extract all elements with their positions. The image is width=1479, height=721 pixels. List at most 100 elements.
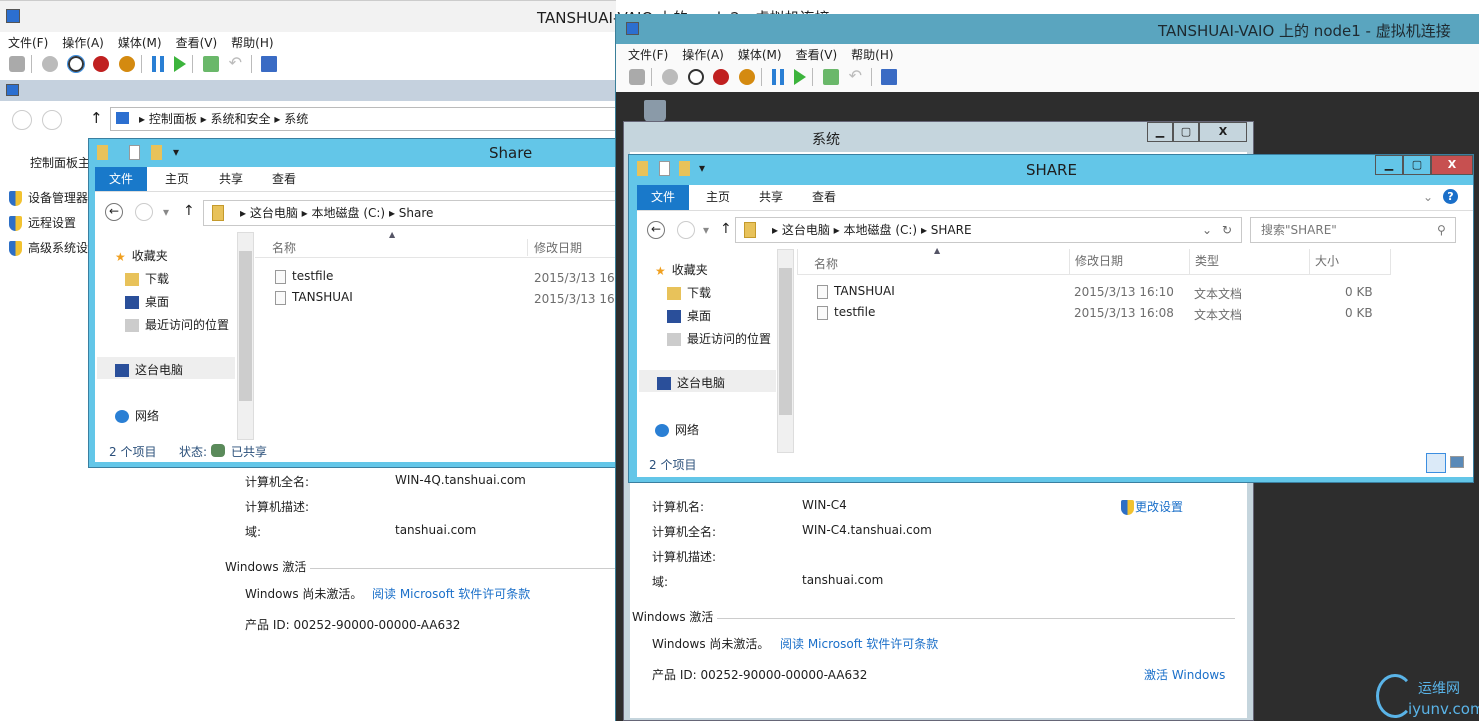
tab-file[interactable]: 文件: [637, 185, 690, 210]
forward-icon[interactable]: [677, 221, 695, 239]
tab-view[interactable]: 查看: [798, 185, 850, 209]
col-name[interactable]: 名称: [272, 239, 296, 256]
change-settings-link[interactable]: 更改设置: [1121, 498, 1183, 515]
refresh-icon[interactable]: ↻: [1222, 218, 1232, 242]
back-icon[interactable]: ←: [647, 221, 665, 239]
save-icon[interactable]: [739, 69, 756, 85]
crumb[interactable]: 系统: [284, 112, 308, 126]
col-date[interactable]: 修改日期: [527, 239, 582, 256]
crumb[interactable]: 本地磁盘 (C:): [312, 206, 386, 220]
recent-dropdown-icon[interactable]: ▾: [163, 205, 169, 219]
crumb[interactable]: SHARE: [931, 223, 972, 237]
crumb[interactable]: 控制面板: [149, 112, 197, 126]
nav-this-pc[interactable]: 这台电脑: [97, 357, 235, 379]
address-bar[interactable]: ▸ 这台电脑 ▸ 本地磁盘 (C:) ▸ SHARE ⌄ ↻: [735, 217, 1242, 243]
properties-icon[interactable]: [129, 145, 140, 160]
quick-access-dropdown-icon[interactable]: ▾: [173, 145, 179, 159]
shutdown-icon[interactable]: [713, 69, 730, 85]
ctrl-alt-del-icon[interactable]: [629, 69, 645, 85]
up-icon[interactable]: ↑: [90, 109, 103, 127]
sidebar-item-device-manager[interactable]: 设备管理器: [9, 189, 88, 206]
nav-network[interactable]: 网络: [655, 421, 699, 438]
nav-desktop[interactable]: 桌面: [667, 307, 711, 324]
activate-windows-link[interactable]: 激活 Windows: [1144, 666, 1225, 683]
nav-scrollbar[interactable]: [237, 232, 254, 440]
nav-downloads[interactable]: 下载: [125, 270, 169, 287]
col-date[interactable]: 修改日期: [1069, 249, 1189, 274]
recycle-bin-icon[interactable]: [644, 100, 666, 122]
address-dropdown-icon[interactable]: ⌄: [1202, 218, 1212, 242]
shutdown-icon[interactable]: [93, 56, 110, 72]
turn-off-icon[interactable]: [687, 69, 704, 85]
new-folder-icon[interactable]: [679, 161, 690, 176]
address-bar[interactable]: ▸ 这台电脑 ▸ 本地磁盘 (C:) ▸ Share: [203, 200, 629, 226]
menu-help[interactable]: 帮助(H): [851, 48, 893, 62]
nav-this-pc[interactable]: 这台电脑: [639, 370, 776, 392]
menu-view[interactable]: 查看(V): [176, 36, 218, 50]
maximize-button[interactable]: ▢: [1173, 122, 1199, 142]
nav-favorites[interactable]: ★ 收藏夹: [115, 247, 168, 264]
turn-off-icon[interactable]: [66, 55, 85, 73]
close-button[interactable]: X: [1199, 122, 1247, 142]
help-icon[interactable]: ?: [1443, 189, 1458, 204]
enhanced-session-icon[interactable]: [881, 69, 898, 85]
new-folder-icon[interactable]: [151, 145, 162, 160]
quick-access-dropdown-icon[interactable]: ▾: [699, 161, 705, 175]
back-icon[interactable]: [12, 110, 32, 130]
forward-icon[interactable]: [135, 203, 153, 221]
tab-home[interactable]: 主页: [151, 167, 203, 191]
address-bar[interactable]: ▸ 控制面板 ▸ 系统和安全 ▸ 系统: [110, 107, 616, 131]
revert-icon[interactable]: ↶: [229, 55, 245, 72]
file-row[interactable]: testfile: [817, 305, 875, 320]
nav-scrollbar[interactable]: [777, 249, 794, 453]
checkpoint-icon[interactable]: [202, 56, 219, 72]
recent-dropdown-icon[interactable]: ▾: [703, 223, 709, 237]
crumb[interactable]: Share: [399, 206, 434, 220]
license-link[interactable]: 阅读 Microsoft 软件许可条款: [372, 585, 530, 602]
menu-media[interactable]: 媒体(M): [738, 48, 782, 62]
tab-share[interactable]: 共享: [745, 185, 797, 209]
start-icon[interactable]: [661, 69, 678, 85]
revert-icon[interactable]: ↶: [849, 68, 865, 85]
file-row[interactable]: TANSHUAI: [817, 284, 895, 299]
large-icons-view-button[interactable]: [1450, 456, 1464, 468]
ctrl-alt-del-icon[interactable]: [9, 56, 25, 72]
menu-help[interactable]: 帮助(H): [231, 36, 273, 50]
tab-view[interactable]: 查看: [258, 167, 310, 191]
search-input[interactable]: 搜索"SHARE" ⚲: [1250, 217, 1456, 243]
properties-icon[interactable]: [659, 161, 670, 176]
file-row[interactable]: testfile: [275, 269, 333, 284]
menu-file[interactable]: 文件(F): [628, 48, 668, 62]
nav-downloads[interactable]: 下载: [667, 284, 711, 301]
nav-desktop[interactable]: 桌面: [125, 293, 169, 310]
crumb[interactable]: 这台电脑: [250, 206, 298, 220]
resume-icon[interactable]: [173, 56, 186, 72]
pause-icon[interactable]: [152, 56, 165, 72]
col-name[interactable]: 名称: [814, 255, 838, 272]
nav-network[interactable]: 网络: [115, 407, 159, 424]
col-size[interactable]: 大小: [1309, 249, 1339, 274]
enhanced-session-icon[interactable]: [261, 56, 278, 72]
menu-file[interactable]: 文件(F): [8, 36, 48, 50]
nav-recent[interactable]: 最近访问的位置: [667, 330, 771, 347]
crumb[interactable]: 系统和安全: [211, 112, 271, 126]
menu-action[interactable]: 操作(A): [62, 36, 104, 50]
sidebar-item-advanced[interactable]: 高级系统设置: [9, 239, 100, 256]
tab-share[interactable]: 共享: [205, 167, 257, 191]
menu-action[interactable]: 操作(A): [682, 48, 724, 62]
start-icon[interactable]: [41, 56, 58, 72]
sidebar-item-remote[interactable]: 远程设置: [9, 214, 76, 231]
crumb[interactable]: 本地磁盘 (C:): [844, 223, 918, 237]
maximize-button[interactable]: ▢: [1403, 155, 1431, 175]
close-button[interactable]: X: [1431, 155, 1473, 175]
license-link[interactable]: 阅读 Microsoft 软件许可条款: [780, 635, 938, 652]
search-icon[interactable]: ⚲: [1437, 218, 1446, 242]
checkpoint-icon[interactable]: [822, 69, 839, 85]
up-icon[interactable]: ↑: [720, 221, 732, 237]
forward-icon[interactable]: [42, 110, 62, 130]
crumb[interactable]: 这台电脑: [782, 223, 830, 237]
tab-home[interactable]: 主页: [692, 185, 744, 209]
menu-media[interactable]: 媒体(M): [118, 36, 162, 50]
up-icon[interactable]: ↑: [183, 203, 195, 219]
menu-view[interactable]: 查看(V): [796, 48, 838, 62]
